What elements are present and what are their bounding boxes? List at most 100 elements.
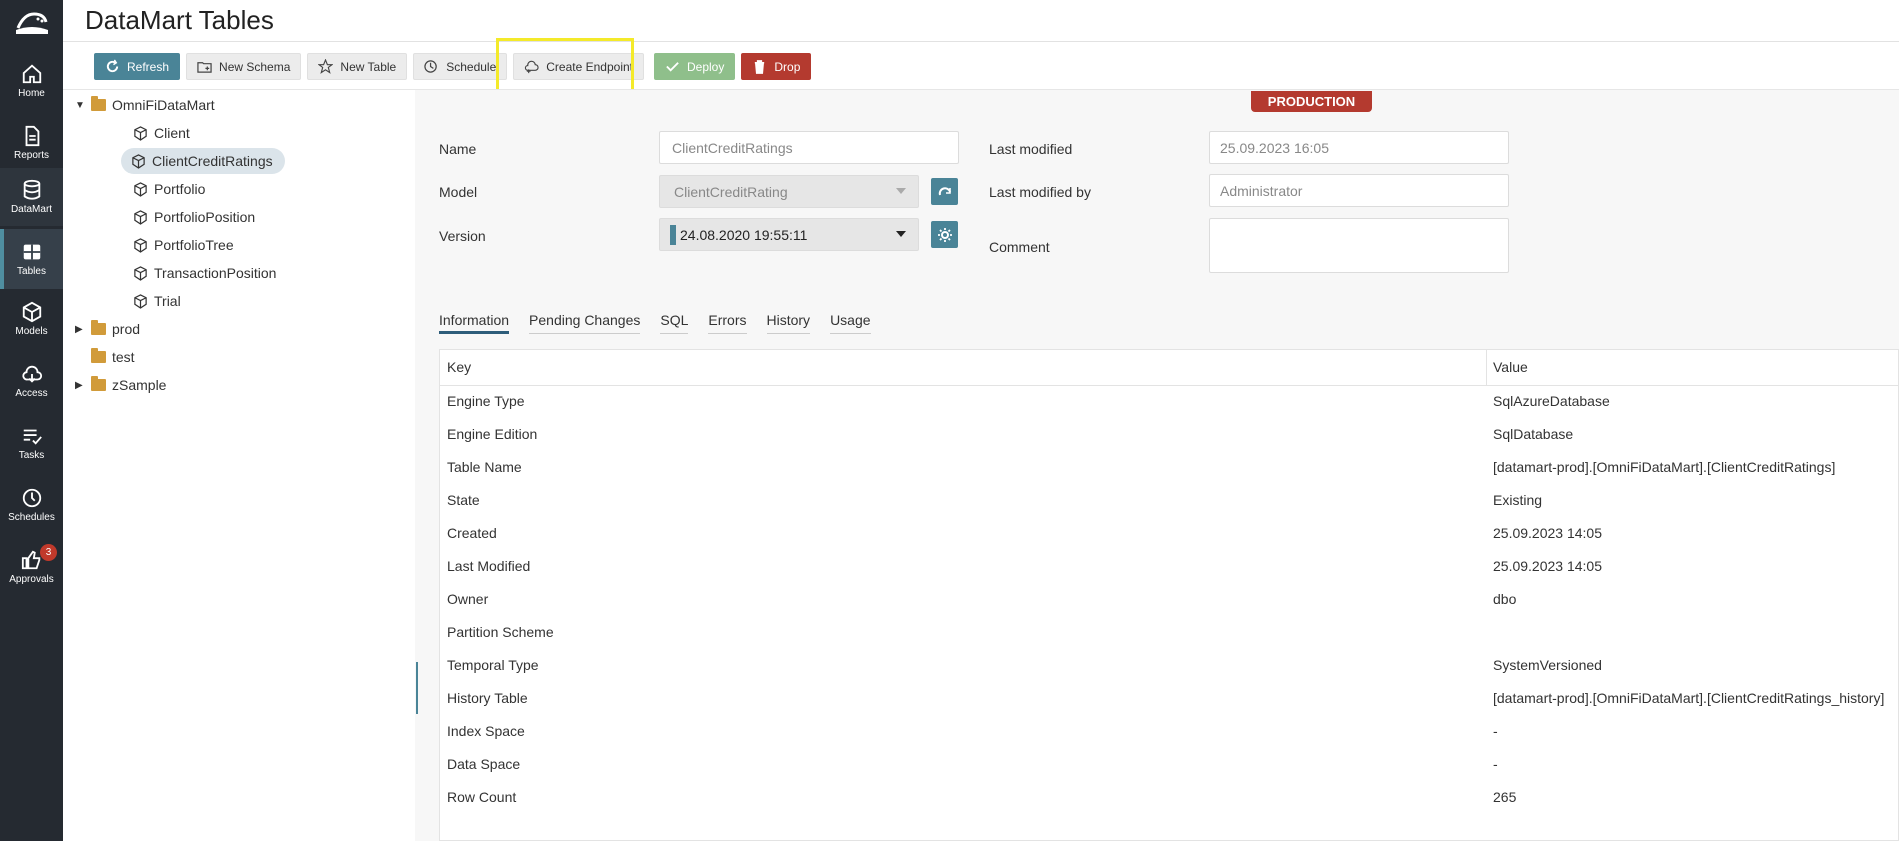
schedule-button[interactable]: Schedule <box>413 53 508 80</box>
new-schema-label: New Schema <box>219 59 291 74</box>
caret-right-icon[interactable]: ▶ <box>75 380 85 391</box>
table-row[interactable]: Data Space - <box>440 749 1898 782</box>
tree-schema-omnifidatamart[interactable]: ▼ OmniFiDataMart <box>75 92 215 118</box>
table-row[interactable]: Engine Type SqlAzureDatabase <box>440 386 1898 419</box>
cube-icon <box>134 181 147 197</box>
model-select[interactable]: ClientCreditRating <box>659 175 919 208</box>
cell-key: Temporal Type <box>447 657 539 673</box>
highlight-box <box>496 38 634 92</box>
deploy-button[interactable]: Deploy <box>654 53 736 80</box>
model-refresh-button[interactable] <box>931 178 958 205</box>
nav-datamart[interactable]: DataMart <box>0 168 63 226</box>
tree-table-portfolio[interactable]: Portfolio <box>133 176 205 202</box>
cell-key: Data Space <box>447 756 521 772</box>
tree-schema-test[interactable]: test <box>91 344 135 370</box>
table-row[interactable]: Index Space - <box>440 716 1898 749</box>
table-row[interactable]: Temporal Type SystemVersioned <box>440 650 1898 683</box>
tree-table-client[interactable]: Client <box>133 120 190 146</box>
nav-label: Reports <box>13 150 49 161</box>
tree-node-label: test <box>112 349 135 365</box>
tab-history[interactable]: History <box>766 312 811 334</box>
cell-value: dbo <box>1493 591 1517 607</box>
nav-approvals[interactable]: Approvals 3 <box>0 538 63 596</box>
nav-schedules[interactable]: Schedules <box>0 476 63 534</box>
app-logo-icon[interactable] <box>14 8 50 38</box>
cube-icon <box>134 209 147 225</box>
cell-value: [datamart-prod].[OmniFiDataMart].[Client… <box>1493 690 1885 706</box>
table-row[interactable]: Last Modified 25.09.2023 14:05 <box>440 551 1898 584</box>
table-header: Key Value <box>440 350 1898 386</box>
nav-tasks[interactable]: Tasks <box>0 414 63 472</box>
cell-value: SqlDatabase <box>1493 426 1574 442</box>
cell-key: History Table <box>447 690 528 706</box>
nav-access[interactable]: Access <box>0 352 63 410</box>
tree-table-portfolioposition[interactable]: PortfolioPosition <box>133 204 255 230</box>
table-row[interactable]: Table Name [datamart-prod].[OmniFiDataMar… <box>440 452 1898 485</box>
tab-information[interactable]: Information <box>439 312 510 334</box>
caret-right-icon[interactable]: ▶ <box>75 324 85 335</box>
comment-field[interactable] <box>1209 218 1509 273</box>
name-label: Name <box>439 141 477 157</box>
column-header-key: Key <box>447 359 472 375</box>
refresh-button[interactable]: Refresh <box>94 53 181 80</box>
refresh-label: Refresh <box>127 59 170 74</box>
gear-icon <box>937 227 952 242</box>
nav-tables[interactable]: Tables <box>0 229 63 289</box>
version-marker <box>670 224 676 245</box>
last-modified-by-label: Last modified by <box>989 184 1091 200</box>
approvals-count-badge: 3 <box>40 544 57 561</box>
new-table-label: New Table <box>340 59 397 74</box>
cloud-icon <box>21 365 42 383</box>
name-field[interactable]: ClientCreditRatings <box>659 131 959 164</box>
version-select[interactable]: 24.08.2020 19:55:11 <box>659 218 919 251</box>
tree-node-label: Client <box>154 125 190 141</box>
tab-usage[interactable]: Usage <box>830 312 871 334</box>
last-modified-by-field: Administrator <box>1209 174 1509 207</box>
version-settings-button[interactable] <box>931 221 958 248</box>
table-row[interactable]: State Existing <box>440 485 1898 518</box>
nav-reports[interactable]: Reports <box>0 114 63 172</box>
table-row[interactable]: Created 25.09.2023 14:05 <box>440 518 1898 551</box>
model-label: Model <box>439 184 478 200</box>
tab-errors[interactable]: Errors <box>708 312 747 334</box>
checklist-icon <box>23 429 42 445</box>
cell-value: Existing <box>1493 492 1543 508</box>
tree-node-label: Trial <box>154 293 181 309</box>
tree-table-trial[interactable]: Trial <box>133 288 181 314</box>
cell-key: Index Space <box>447 723 525 739</box>
version-label: Version <box>439 228 486 244</box>
tree-table-transactionposition[interactable]: TransactionPosition <box>133 260 276 286</box>
toolbar: Refresh New Schema New Table Schedule Cr… <box>94 53 812 80</box>
column-divider[interactable] <box>1486 350 1487 386</box>
new-table-button[interactable]: New Table <box>307 53 408 80</box>
tree-table-clientcreditratings[interactable]: ClientCreditRatings <box>121 148 285 174</box>
table-icon <box>23 244 40 260</box>
cell-value: 25.09.2023 14:05 <box>1493 525 1602 541</box>
scroll-indicator[interactable] <box>416 662 418 714</box>
table-row[interactable]: Owner dbo <box>440 584 1898 617</box>
table-row[interactable]: Partition Scheme <box>440 617 1898 650</box>
cell-value: - <box>1493 756 1498 772</box>
tab-sql[interactable]: SQL <box>660 312 689 334</box>
nav-models[interactable]: Models <box>0 290 63 348</box>
table-row[interactable]: Engine Edition SqlDatabase <box>440 419 1898 452</box>
new-schema-button[interactable]: New Schema <box>186 53 302 80</box>
tab-pending-changes[interactable]: Pending Changes <box>529 312 641 334</box>
table-row[interactable]: Row Count 265 <box>440 782 1898 815</box>
cell-value: 25.09.2023 14:05 <box>1493 558 1602 574</box>
table-row[interactable]: History Table [datamart-prod].[OmniFiData… <box>440 683 1898 716</box>
tree-schema-prod[interactable]: ▶ prod <box>75 316 140 342</box>
cell-key: Last Modified <box>447 558 531 574</box>
tree-table-portfoliotree[interactable]: PortfolioTree <box>133 232 234 258</box>
tree-schema-zsample[interactable]: ▶ zSample <box>75 372 166 398</box>
database-icon <box>23 179 40 200</box>
nav-label: Approvals <box>9 574 54 585</box>
cell-key: Row Count <box>447 789 517 805</box>
caret-down-icon[interactable]: ▼ <box>75 100 85 111</box>
last-modified-label: Last modified <box>989 141 1073 157</box>
cell-value: 265 <box>1493 789 1517 805</box>
drop-button[interactable]: Drop <box>741 53 812 80</box>
cell-key: Table Name <box>447 459 522 475</box>
nav-home[interactable]: Home <box>0 52 63 110</box>
nav-label: Access <box>15 388 48 399</box>
